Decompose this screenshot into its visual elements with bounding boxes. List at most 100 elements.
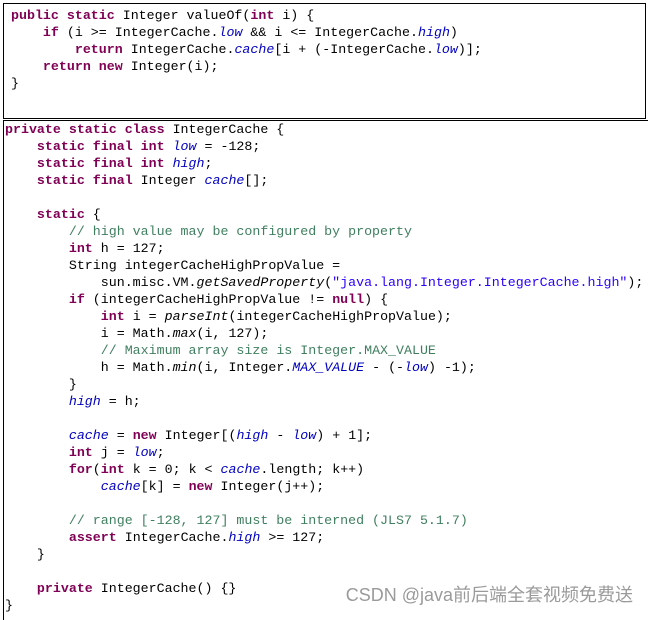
code-line: sun.misc.VM.getSavedProperty("java.lang.… [5,274,648,291]
code-line: int i = parseInt(integerCacheHighPropVal… [5,308,648,325]
code-line: static final Integer cache[]; [5,172,648,189]
code-token: low [404,360,428,375]
code-token: max [172,326,197,341]
code-token: int [250,8,275,23]
code-line: int j = low; [5,444,648,461]
code-token: ( [92,462,101,477]
code-token: h = 127; [92,241,165,256]
code-token: int [100,309,125,324]
code-line: } [11,75,645,92]
code-line: // high value may be configured by prope… [5,223,648,240]
code-token: public static [11,8,123,23]
code-token: static final int [36,156,173,171]
code-token: high [68,394,101,409]
code-token: ; [156,445,165,460]
code-line: static final int low = -128; [5,138,648,155]
code-line: for(int k = 0; k < cache.length; k++) [5,461,648,478]
code-token: Integer(j++); [212,479,325,494]
code-token: for [68,462,93,477]
code-line: public static Integer valueOf(int i) { [11,7,645,24]
code-token: ; [204,156,213,171]
code-token: if [68,292,85,307]
code-token: high [172,156,205,171]
code-line: h = Math.min(i, Integer.MAX_VALUE - (-lo… [5,359,648,376]
code-token: } [5,377,77,392]
code-line: private static class IntegerCache { [5,121,648,138]
code-line: } [5,376,648,393]
code-token: j = [92,445,133,460]
code-line: if (i >= IntegerCache.low && i <= Intege… [11,24,645,41]
code-line: // Maximum array size is Integer.MAX_VAL… [5,342,648,359]
code-token: (i, Integer. [196,360,293,375]
code-token: return [74,42,123,57]
code-token: low [292,428,317,443]
code-line: static final int high; [5,155,648,172]
code-token: (integerCacheHighPropValue != [84,292,333,307]
code-token: Integer(i); [122,59,219,74]
code-token: - (- [364,360,405,375]
code-token: ) { [364,292,389,307]
code-token: IntegerCache. [122,42,235,57]
value-of-code-block: public static Integer valueOf(int i) { i… [3,3,646,119]
code-line: // range [-128, 127] must be interned (J… [5,512,648,529]
code-token: static final int [36,139,173,154]
code-line: if (integerCacheHighPropValue != null) { [5,291,648,308]
code-token: i) { [274,8,315,23]
code-token: parseInt [164,309,229,324]
code-token: ) + 1]; [316,428,373,443]
code-line: assert IntegerCache.high >= 127; [5,529,648,546]
code-token: i = [124,309,165,324]
code-token: int [68,241,93,256]
code-line: cache = new Integer[(high - low) + 1]; [5,427,648,444]
code-token: private [36,581,93,596]
code-token: high [228,530,261,545]
code-token: Integer[( [156,428,237,443]
code-token: high [418,25,450,40]
code-line: } [5,546,648,563]
code-token: low [132,445,157,460]
code-line: return IntegerCache.cache[i + (-IntegerC… [11,41,645,58]
code-token: int [100,462,125,477]
code-line: high = h; [5,393,648,410]
code-token: getSavedProperty [196,275,325,290]
code-token: cache [220,462,261,477]
code-token: low [433,42,458,57]
code-token: = h; [100,394,141,409]
code-token: low [218,25,243,40]
code-token: } [5,547,45,562]
code-line: static { [5,206,648,223]
code-token: (integerCacheHighPropValue); [228,309,452,324]
code-token: = -128; [196,139,261,154]
code-token: "java.lang.Integer.IntegerCache.high" [332,275,628,290]
code-token: MAX_VALUE [292,360,365,375]
code-token: // Maximum array size is Integer.MAX_VAL… [100,343,436,358]
code-token: Integer [140,173,205,188]
code-token: cache [204,173,245,188]
code-token: )]; [457,42,482,57]
code-token: low [172,139,197,154]
code-token: h = Math. [5,360,173,375]
code-token: []; [244,173,269,188]
code-line: i = Math.max(i, 127); [5,325,648,342]
code-token: ( [324,275,333,290]
code-token: && i <= IntegerCache. [242,25,418,40]
code-line: cache[k] = new Integer(j++); [5,478,648,495]
code-token: // high value may be configured by prope… [68,224,412,239]
code-token: private static class [5,122,165,137]
code-line: return new Integer(i); [11,58,645,75]
code-token: // range [-128, 127] must be interned (J… [68,513,468,528]
